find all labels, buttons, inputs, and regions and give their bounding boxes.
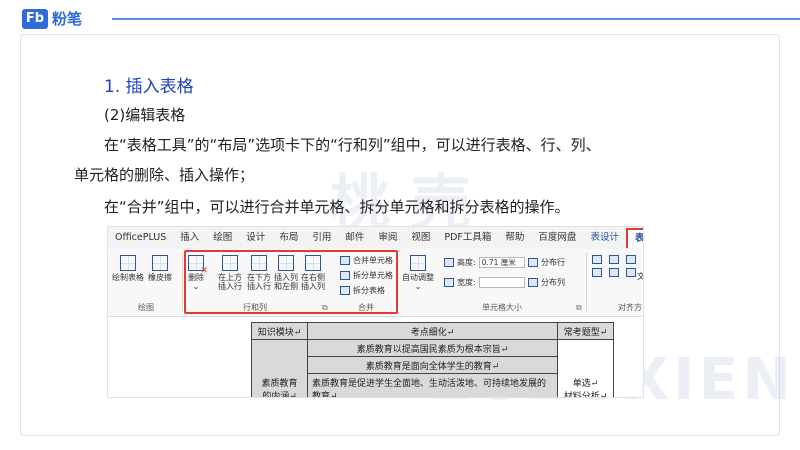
row-height-icon [444,258,454,267]
left-cell-line1: 素质教育 [261,379,298,389]
right-cell-line2: 材料分析↵ [563,392,608,398]
table-cell[interactable]: 素质教育以提高国民素质为根本宗旨↵ [307,339,558,357]
distribute-cols-label: 分布列 [541,278,565,287]
align-top-left-icon[interactable] [592,255,602,264]
left-cell-line2: 的内涵↵ [262,392,297,398]
align-top-center-icon[interactable] [609,255,619,264]
table-row: 素质教育 的内涵↵ 素质教育以提高国民素质为根本宗旨↵ 单选↵ 材料分析↵ [251,339,614,397]
distribute-rows-icon [528,258,538,267]
column-width-icon [444,278,454,287]
dialog-launcher-icon[interactable]: ⧉ [576,303,582,313]
width-input[interactable] [478,277,525,288]
table-header-cell[interactable]: 常考题型↵ [557,322,614,340]
chevron-down-icon: ⌄ [414,282,422,291]
paragraph-1-line1: 在“表格工具”的“布局”选项卡下的“行和列”组中，可以进行表格、行、列、 [104,136,601,154]
ribbon-panel: 绘制表格 橡皮擦 绘图 删除 ⌄ 在上方 插入行 在下方 插入行 插入列 和左侧 [108,249,643,317]
distribute-cols-button[interactable]: 分布列 [528,277,565,288]
tab-pdf-tools[interactable]: PDF工具箱 [437,227,498,249]
distribute-rows-label: 分布行 [541,258,565,267]
autofit-label: 自动调整 [402,273,434,282]
right-merged-cell[interactable]: 单选↵ 材料分析↵ [557,339,614,398]
align-middle-left-icon[interactable] [592,268,602,277]
table-row: 知识模块↵ 考点细化↵ 常考题型↵ [251,322,614,340]
tab-review[interactable]: 审阅 [371,227,404,249]
align-middle-center-icon[interactable] [609,268,619,277]
tab-table-layout[interactable]: 表布局 [625,228,643,248]
tab-mailings[interactable]: 邮件 [338,227,371,249]
section-subtitle: (2)编辑表格 [104,106,186,124]
cell-size-group-label: 单元格大小 [482,303,522,312]
tab-view[interactable]: 视图 [404,227,437,249]
eraser-icon [152,255,168,271]
draw-table-icon [120,255,136,271]
brand-logo: Fb 粉笔 [22,8,82,29]
paragraph-2: 在“合并”组中，可以进行合并单元格、拆分单元格和拆分表格的操作。 [104,198,570,216]
highlight-box [184,250,398,314]
alignment-grid [592,255,639,277]
paragraph-1-line2: 单元格的删除、插入操作； [74,166,255,184]
tab-layout[interactable]: 布局 [272,227,305,249]
section-title: 1. 插入表格 [104,77,194,97]
width-label: 宽度: [457,278,476,287]
ribbon-tabs: OfficePLUS 插入 绘图 设计 布局 引用 邮件 审阅 视图 PDF工具… [108,227,643,249]
text-direction-button[interactable]: 文 [637,271,643,282]
eraser-label: 橡皮擦 [148,273,172,282]
group-separator [182,253,183,311]
table-cell[interactable]: 素质教育是促进学生全面地、生动活泼地、可持续地发展的教育↵ [307,373,558,397]
draw-table-button[interactable]: 绘制表格 [112,255,144,282]
document-area: 知识模块↵ 考点细化↵ 常考题型↵ 素质教育 的内涵↵ 素质教育以提高国民素质为… [108,318,643,397]
brand-mark: Fb [22,8,48,29]
height-input[interactable]: 0.71 厘米 [478,257,525,268]
align-group-label: 对齐方 [618,303,642,312]
height-label: 高度: [457,258,476,267]
width-field-row: 宽度: [444,277,525,288]
tab-officeplus[interactable]: OfficePLUS [108,227,173,249]
tab-help[interactable]: 帮助 [498,227,531,249]
document-table: 知识模块↵ 考点细化↵ 常考题型↵ 素质教育 的内涵↵ 素质教育以提高国民素质为… [251,322,614,397]
table-header-cell[interactable]: 考点细化↵ [307,322,558,340]
table-header-cell[interactable]: 知识模块↵ [251,322,308,340]
tab-insert[interactable]: 插入 [173,227,206,249]
header-divider [112,18,800,20]
text-direction-label: 文 [637,271,643,282]
group-separator [586,253,587,311]
align-top-right-icon[interactable] [626,255,636,264]
tab-design[interactable]: 设计 [239,227,272,249]
align-middle-right-icon[interactable] [626,268,636,277]
draw-group-label: 绘图 [138,303,154,312]
tab-baidu-netdisk[interactable]: 百度网盘 [531,227,583,249]
autofit-icon [410,255,426,271]
distribute-rows-button[interactable]: 分布行 [528,257,565,268]
tab-references[interactable]: 引用 [305,227,338,249]
height-field-row: 高度: 0.71 厘米 [444,257,525,268]
draw-table-label: 绘制表格 [112,273,144,282]
table-cell[interactable]: 素质教育是面向全体学生的教育↵ [307,356,558,374]
distribute-cols-icon [528,278,538,287]
eraser-button[interactable]: 橡皮擦 [148,255,172,282]
tab-table-design[interactable]: 表设计 [583,227,626,249]
tab-draw[interactable]: 绘图 [206,227,239,249]
word-screenshot: OfficePLUS 插入 绘图 设计 布局 引用 邮件 审阅 视图 PDF工具… [107,226,644,398]
autofit-button[interactable]: 自动调整 ⌄ [402,255,434,291]
brand-name: 粉笔 [52,10,83,28]
left-merged-cell[interactable]: 素质教育 的内涵↵ [251,339,308,398]
right-cell-line1: 单选↵ [572,379,599,389]
